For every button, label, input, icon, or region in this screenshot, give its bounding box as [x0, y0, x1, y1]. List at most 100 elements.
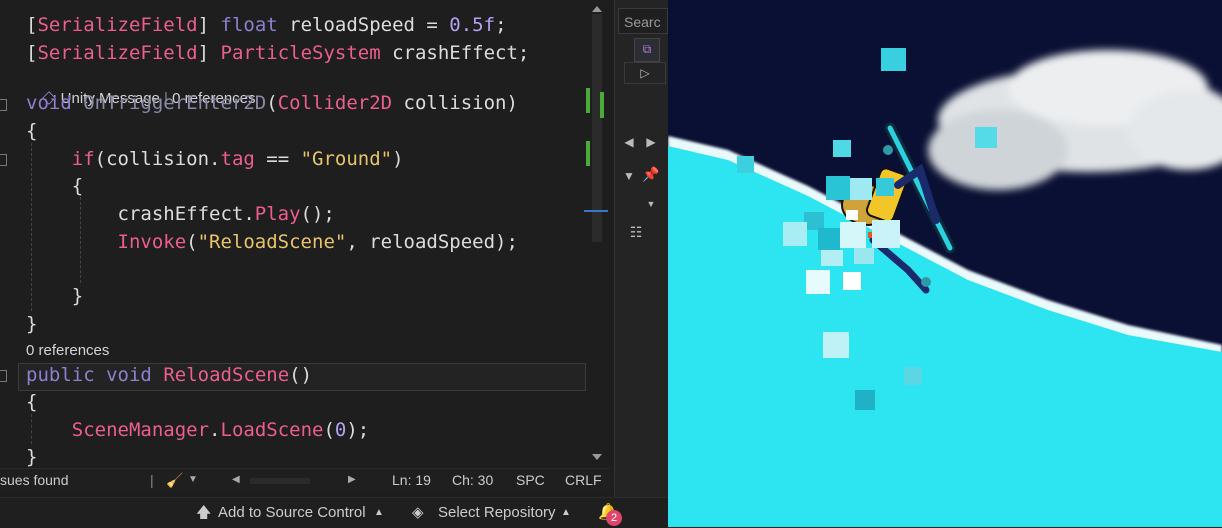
code-token: (	[186, 231, 198, 253]
scroll-change-marker	[600, 92, 604, 118]
code-token: LoadScene	[220, 419, 324, 441]
code-token: [	[26, 42, 38, 64]
code-token: "ReloadScene"	[197, 231, 347, 253]
code-token: OnTriggerEnter2D	[83, 92, 267, 114]
code-token: }	[26, 285, 84, 307]
code-token: reloadSpeed =	[277, 14, 450, 36]
fold-toggle-icon[interactable]	[0, 370, 7, 382]
code-line-12[interactable]: public void ReloadScene()	[26, 361, 312, 389]
code-line-15[interactable]: }	[26, 443, 37, 468]
code-token: ParticleSystem	[220, 42, 381, 64]
issues-status[interactable]: sues found	[0, 469, 69, 491]
chevron-down-icon[interactable]: ▼	[188, 469, 198, 491]
select-repository-button[interactable]: Select Repository	[438, 498, 556, 528]
scroll-down-icon[interactable]	[592, 454, 602, 460]
spacing-indicator[interactable]: SPC	[516, 469, 545, 491]
code-line-5[interactable]: if(collision.tag == "Ground")	[26, 145, 404, 173]
code-token: Play	[254, 203, 301, 225]
code-token: tag	[220, 148, 255, 170]
codelens-references-2[interactable]: 0 references	[26, 341, 109, 361]
code-line-10[interactable]: }	[26, 282, 83, 310]
code-line-14[interactable]: SceneManager.LoadScene(0);	[26, 416, 369, 444]
nav-back-icon[interactable]: ◀	[622, 132, 636, 152]
chevron-up-icon[interactable]: ▲	[561, 498, 571, 528]
line-indicator[interactable]: Ln: 19	[392, 469, 431, 491]
fold-toggle-icon[interactable]	[0, 99, 7, 111]
git-icon[interactable]: ◈	[412, 498, 424, 528]
code-token: 0	[334, 419, 347, 441]
scroll-right-icon[interactable]: ▶	[348, 469, 356, 491]
expand-arrow-icon[interactable]: ▷	[624, 62, 666, 84]
code-token: }	[26, 446, 38, 468]
pin-icon[interactable]: 📌	[642, 164, 659, 184]
code-token: ;	[495, 14, 507, 36]
code-line-1[interactable]: [SerializeField] float reloadSpeed = 0.5…	[26, 11, 507, 39]
properties-list-icon[interactable]: ☷	[624, 222, 648, 246]
scroll-left-icon[interactable]: ◀	[232, 469, 240, 491]
code-token: SerializeField	[37, 42, 198, 64]
code-token: float	[220, 14, 278, 36]
code-token: void	[106, 364, 152, 386]
code-line-2[interactable]: [SerializeField] ParticleSystem crashEff…	[26, 39, 529, 67]
code-token: if	[71, 148, 95, 170]
scrollbar-thumb[interactable]	[592, 14, 602, 242]
code-token: "Ground"	[300, 148, 393, 170]
vs-solution-icon[interactable]: ⧉	[634, 38, 660, 62]
game-view[interactable]	[668, 0, 1222, 527]
code-line-6[interactable]: {	[26, 172, 83, 200]
code-token: Invoke	[117, 231, 187, 253]
code-token: , reloadSpeed);	[346, 231, 518, 253]
code-line-3[interactable]: void OnTriggerEnter2D(Collider2D collisi…	[26, 89, 518, 117]
scroll-up-icon[interactable]	[592, 6, 602, 12]
code-token: )	[392, 148, 404, 170]
code-token: (collision.	[94, 148, 221, 170]
ide-status-bar: 🡅 Add to Source Control ▲ ◈ Select Repos…	[0, 497, 668, 528]
horizontal-scrollbar[interactable]	[250, 478, 310, 484]
game-scene	[668, 0, 1222, 527]
code-token: ]	[197, 14, 221, 36]
code-token: crashEffect.	[26, 203, 255, 225]
nav-forward-icon[interactable]: ▶	[644, 132, 658, 152]
search-input[interactable]: Searc	[618, 8, 668, 34]
scroll-position-marker	[584, 210, 608, 212]
code-line-8[interactable]: Invoke("ReloadScene", reloadSpeed);	[26, 228, 518, 256]
line-ending-indicator[interactable]: CRLF	[565, 469, 602, 491]
code-cleanup-icon[interactable]: 🧹	[166, 469, 183, 491]
notification-badge[interactable]: 2	[606, 510, 622, 526]
code-token: .	[209, 419, 221, 441]
code-token: ]	[197, 42, 221, 64]
code-editor[interactable]: [SerializeField] float reloadSpeed = 0.5…	[0, 0, 608, 468]
column-indicator[interactable]: Ch: 30	[452, 469, 493, 491]
dropdown-icon[interactable]: ▼	[622, 166, 636, 186]
code-token: Collider2D	[277, 92, 393, 114]
arrow-up-icon[interactable]: 🡅	[196, 498, 211, 528]
code-token: void	[26, 92, 72, 114]
indent-guide	[31, 143, 32, 311]
editor-status-bar: sues found | 🧹 ▼ ◀ ▶ Ln: 19 Ch: 30 SPC C…	[0, 468, 610, 491]
code-token: crashEffect;	[380, 42, 530, 64]
code-line-11[interactable]: }	[26, 310, 37, 338]
code-token: collision)	[392, 92, 518, 114]
code-token: public	[26, 364, 95, 386]
code-line-13[interactable]: {	[26, 388, 37, 416]
code-token: {	[26, 120, 38, 142]
code-token: 0.5f	[449, 14, 496, 36]
add-to-source-control-button[interactable]: Add to Source Control	[218, 498, 366, 528]
code-token: (	[323, 419, 335, 441]
code-token: ==	[254, 148, 301, 170]
code-token: (	[266, 92, 278, 114]
chevron-down-icon[interactable]: ▼	[644, 194, 658, 214]
code-token: ();	[300, 203, 335, 225]
code-token: [	[26, 14, 38, 36]
code-line-7[interactable]: crashEffect.Play();	[26, 200, 335, 228]
code-token: {	[26, 175, 84, 197]
code-token: SceneManager	[71, 419, 210, 441]
codelens-unity-message[interactable]: Unity Message | 0 references	[26, 69, 256, 107]
code-line-4[interactable]: {	[26, 117, 37, 145]
fold-toggle-icon[interactable]	[0, 154, 7, 166]
chevron-up-icon[interactable]: ▲	[374, 498, 384, 528]
